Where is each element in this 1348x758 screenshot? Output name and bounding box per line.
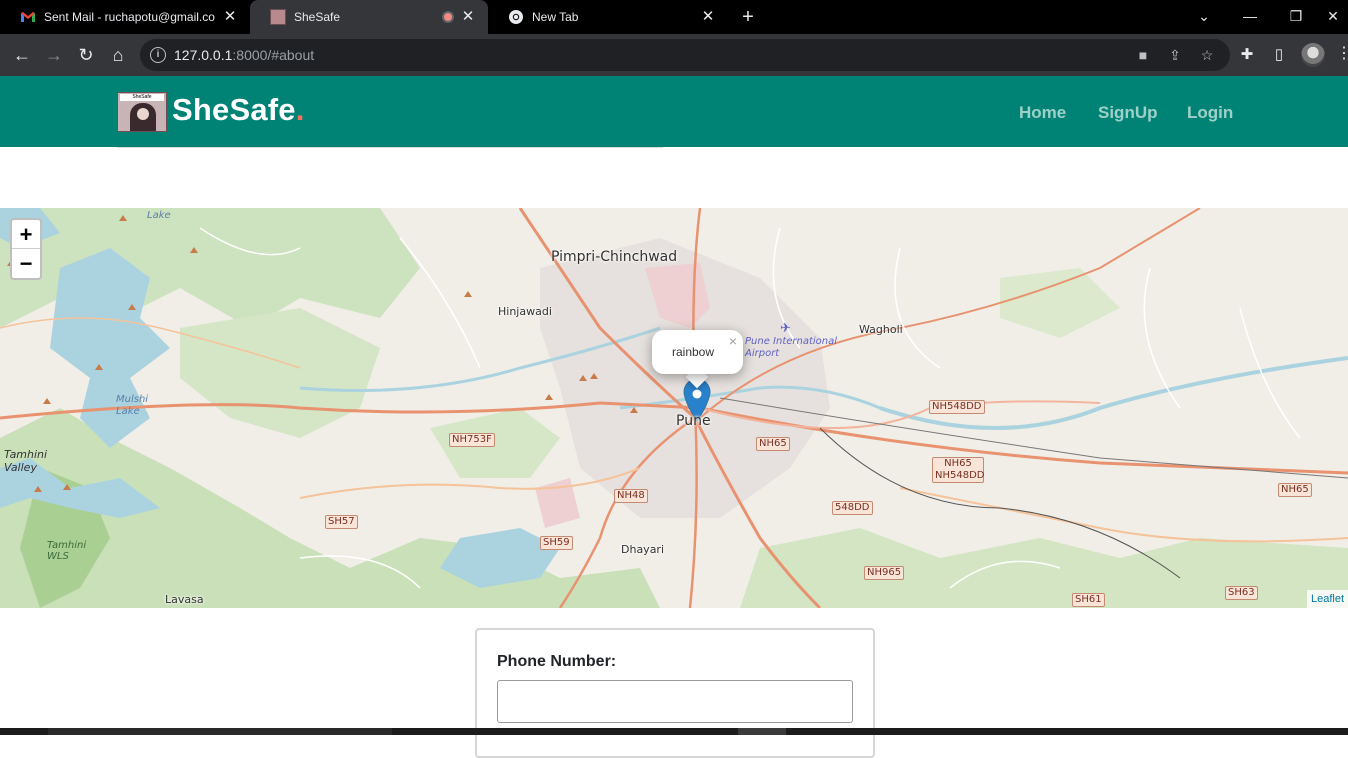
logo-text: SheSafe	[120, 94, 164, 101]
leaflet-attribution-link[interactable]: Leaflet	[1306, 590, 1348, 608]
address-bar[interactable]: i 127.0.0.1:8000/#about ■ ⇪ ☆	[140, 39, 1230, 71]
restore-button[interactable]: ❐	[1273, 0, 1319, 34]
label-wagholi: Wagholi	[859, 323, 903, 336]
shield-nh48: NH48	[614, 489, 648, 503]
label-dhayari: Dhayari	[621, 543, 665, 556]
home-icon[interactable]: ⌂	[106, 43, 130, 67]
os-taskbar	[0, 728, 1348, 735]
shield-nh548dd: NH548DD	[929, 400, 985, 414]
nav-signup[interactable]: SignUp	[1098, 103, 1158, 123]
taskbar-segment	[48, 728, 392, 735]
url-text[interactable]: 127.0.0.1:8000/#about	[174, 47, 314, 63]
bookmark-star-icon[interactable]: ☆	[1198, 46, 1216, 64]
map-view[interactable]: ✈ Pimpri-Chinchwad Pune Hinjawadi Waghol…	[0, 208, 1348, 608]
reload-icon[interactable]: ↻	[74, 43, 98, 67]
label-lake: Lake	[147, 210, 171, 221]
tab-title: SheSafe	[294, 10, 341, 24]
phone-number-label: Phone Number:	[497, 653, 617, 670]
popup-close-icon[interactable]: ×	[729, 333, 737, 349]
label-pune: Pune	[676, 413, 711, 429]
label-tamhini-valley: Tamhini Valley	[4, 448, 48, 474]
tab-title: Sent Mail - ruchapotu@gmail.co	[44, 10, 215, 24]
shield-sh61: SH61	[1072, 593, 1105, 607]
shield-nh65-c: NH65	[1278, 483, 1312, 497]
logo-image[interactable]: SheSafe	[117, 92, 167, 132]
header-divider	[117, 147, 663, 148]
gmail-icon	[21, 12, 35, 22]
side-panel-icon[interactable]: ▯	[1269, 45, 1289, 65]
tab-title: New Tab	[532, 10, 579, 24]
zoom-control: + −	[10, 218, 42, 280]
close-tab-icon[interactable]: ✕	[700, 9, 716, 25]
profile-avatar[interactable]	[1301, 43, 1325, 67]
chrome-icon	[509, 10, 523, 24]
new-tab-button[interactable]: +	[737, 6, 759, 28]
tab-search-icon[interactable]: ⌄	[1181, 0, 1227, 34]
close-tab-icon[interactable]: ✕	[222, 9, 238, 25]
shield-sh59: SH59	[540, 536, 573, 550]
share-icon[interactable]: ⇪	[1166, 46, 1184, 64]
label-tamhini-wls: Tamhini WLS	[47, 540, 87, 562]
browser-tab-strip: Sent Mail - ruchapotu@gmail.co ✕ SheSafe…	[0, 0, 1348, 34]
back-arrow-icon[interactable]: ←	[10, 43, 34, 67]
popup-text: rainbow	[672, 345, 715, 359]
label-lavasa: Lavasa	[165, 593, 204, 606]
shield-nh65-b: NH65	[932, 457, 984, 470]
browser-toolbar: ← → ↻ ⌂ i 127.0.0.1:8000/#about ■ ⇪ ☆ ✚ …	[0, 34, 1348, 76]
shesafe-favicon	[270, 9, 286, 25]
phone-number-input[interactable]	[497, 680, 853, 723]
site-info-icon[interactable]: i	[150, 47, 166, 63]
map-tiles: ✈	[0, 208, 1348, 608]
shield-nh548dd-b: NH548DD	[932, 470, 985, 483]
shield-sh63: SH63	[1225, 586, 1258, 600]
marker-popup: rainbow ×	[652, 330, 743, 374]
taskbar-segment	[738, 728, 786, 735]
site-header: SheSafe SheSafe. Home SignUp Login	[0, 76, 1348, 147]
nav-login[interactable]: Login	[1187, 103, 1233, 123]
extensions-puzzle-icon[interactable]: ✚	[1237, 45, 1257, 65]
zoom-out-button[interactable]: −	[12, 249, 40, 278]
tab-new-tab[interactable]: New Tab ✕	[488, 0, 728, 34]
label-pimpri: Pimpri-Chinchwad	[551, 249, 678, 265]
phone-form: Phone Number:	[475, 628, 875, 758]
zoom-in-button[interactable]: +	[12, 220, 40, 249]
label-airport: Pune International Airport	[745, 336, 838, 359]
tab-shesafe[interactable]: SheSafe ✕	[250, 0, 488, 34]
close-window-button[interactable]: ✕	[1318, 0, 1348, 34]
nav-home[interactable]: Home	[1019, 103, 1066, 123]
camera-icon[interactable]: ■	[1134, 46, 1152, 64]
brand-name[interactable]: SheSafe.	[172, 92, 305, 128]
shield-sh57: SH57	[325, 515, 358, 529]
forward-arrow-icon[interactable]: →	[42, 43, 66, 67]
recording-indicator-icon	[442, 11, 454, 23]
tab-gmail[interactable]: Sent Mail - ruchapotu@gmail.co ✕	[0, 0, 250, 34]
minimize-button[interactable]: —	[1227, 0, 1273, 34]
label-hinjawadi: Hinjawadi	[498, 305, 552, 318]
more-menu-icon[interactable]: ⋮	[1336, 44, 1348, 64]
logo-face	[137, 108, 149, 120]
shield-nh65: NH65	[756, 437, 790, 451]
svg-text:✈: ✈	[780, 321, 791, 336]
close-tab-icon[interactable]: ✕	[460, 9, 476, 25]
label-mulshi: Mulshi Lake	[116, 394, 149, 417]
shield-nh965: NH965	[864, 566, 905, 580]
shield-548dd: 548DD	[832, 501, 873, 515]
shield-nh753f: NH753F	[449, 433, 495, 447]
